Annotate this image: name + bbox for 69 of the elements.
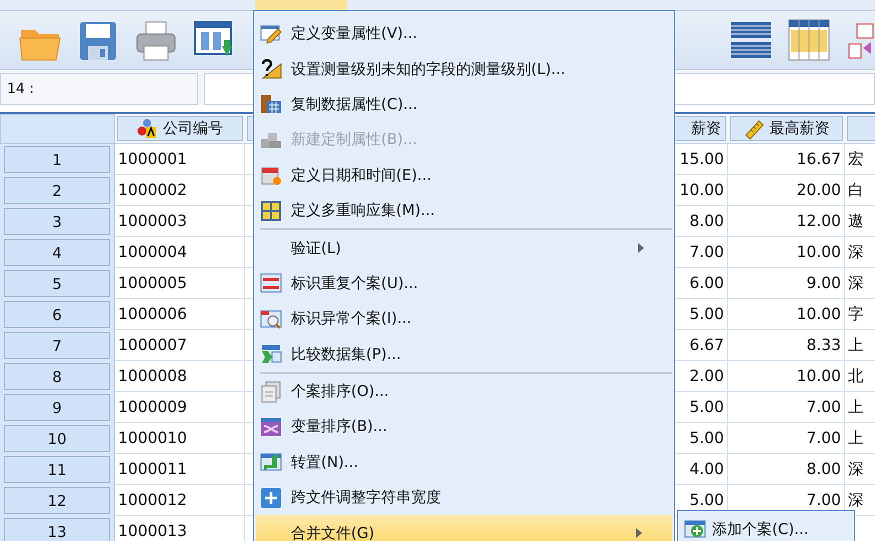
row-number[interactable]: 5: [4, 270, 110, 297]
four-squares-icon: [260, 200, 282, 222]
magnifier-table-icon: [260, 308, 282, 330]
table-cell: 10.00: [728, 299, 845, 330]
table-cell: 深: [845, 454, 875, 485]
table-cell: 1000004: [115, 237, 245, 268]
column-header[interactable]: 最高薪资: [730, 116, 843, 141]
stacked-pages-icon: [260, 380, 282, 403]
table-cell: 北: [845, 361, 875, 392]
table-cell: 1000001: [115, 144, 245, 175]
row-number[interactable]: 13: [4, 518, 110, 541]
table-cell: 7.00: [728, 392, 845, 423]
table-cell: 上: [845, 330, 875, 361]
table-cell: 1000011: [115, 454, 245, 485]
row-number[interactable]: 2: [4, 177, 110, 204]
menu-item[interactable]: 设置测量级别未知的字段的测量级别(L)...: [254, 51, 674, 87]
row-number[interactable]: 10: [4, 425, 110, 452]
table-cell: 10.00: [728, 361, 845, 392]
row-number[interactable]: 4: [4, 239, 110, 266]
table-cell: 上: [845, 392, 875, 423]
row-number[interactable]: 12: [4, 487, 110, 514]
row-number[interactable]: 6: [4, 301, 110, 328]
table-cell: 深: [845, 237, 875, 268]
row-number[interactable]: 7: [4, 332, 110, 359]
transpose-icon: [260, 451, 282, 474]
table-cell: 1000009: [115, 392, 245, 423]
duplicate-rows-icon: [260, 272, 282, 294]
table-cell: 16.67: [728, 144, 845, 175]
table-cell: 1000013: [115, 516, 245, 541]
menu-item[interactable]: 添加个案(C)...: [684, 515, 848, 541]
menu-item[interactable]: 定义变量属性(V)...: [254, 16, 674, 52]
table-cell: 深: [845, 268, 875, 299]
row-number[interactable]: 3: [4, 208, 110, 235]
row-number[interactable]: 1: [4, 146, 110, 173]
table-cell: 8.33: [728, 330, 845, 361]
table-cell: 字: [845, 299, 875, 330]
table-cell: 10.00: [728, 237, 845, 268]
row-number[interactable]: 9: [4, 394, 110, 421]
table-cell: 1000005: [115, 268, 245, 299]
row-number[interactable]: 11: [4, 456, 110, 483]
book-grid-icon: [260, 93, 282, 116]
table-cell: 1000003: [115, 206, 245, 237]
column-header[interactable]: 公司编号: [117, 116, 243, 141]
swap-table-icon: [260, 416, 282, 438]
table-cell: 上: [845, 423, 875, 454]
row-number[interactable]: 8: [4, 363, 110, 390]
pencil-form-icon: [260, 22, 282, 45]
table-cell: 8.00: [728, 454, 845, 485]
nominal-variable-icon: [137, 118, 157, 140]
table-cell: 1000002: [115, 175, 245, 206]
table-cell: 1000010: [115, 423, 245, 454]
table-cell: 1000006: [115, 299, 245, 330]
arrow-table-icon: [260, 343, 282, 366]
table-cell: 7.00: [728, 423, 845, 454]
table-cell: 宏: [845, 144, 875, 175]
table-cell: 9.00: [728, 268, 845, 299]
ruler-icon: [744, 118, 764, 140]
cell-reference-label: 14 :: [0, 73, 198, 105]
table-cell: 1000008: [115, 361, 245, 392]
plus-icon: [260, 486, 282, 509]
menu-item[interactable]: 合并文件(G): [256, 515, 672, 541]
table-cell: 1000012: [115, 485, 245, 516]
table-cell: 白: [845, 175, 875, 206]
question-ruler-icon: [260, 58, 282, 80]
table-cell: 遨: [845, 206, 875, 237]
spreadsheet-icon[interactable]: [787, 18, 831, 62]
table-cell: 20.00: [728, 175, 845, 206]
table-cell: 12.00: [728, 206, 845, 237]
table-cell: 1000007: [115, 330, 245, 361]
